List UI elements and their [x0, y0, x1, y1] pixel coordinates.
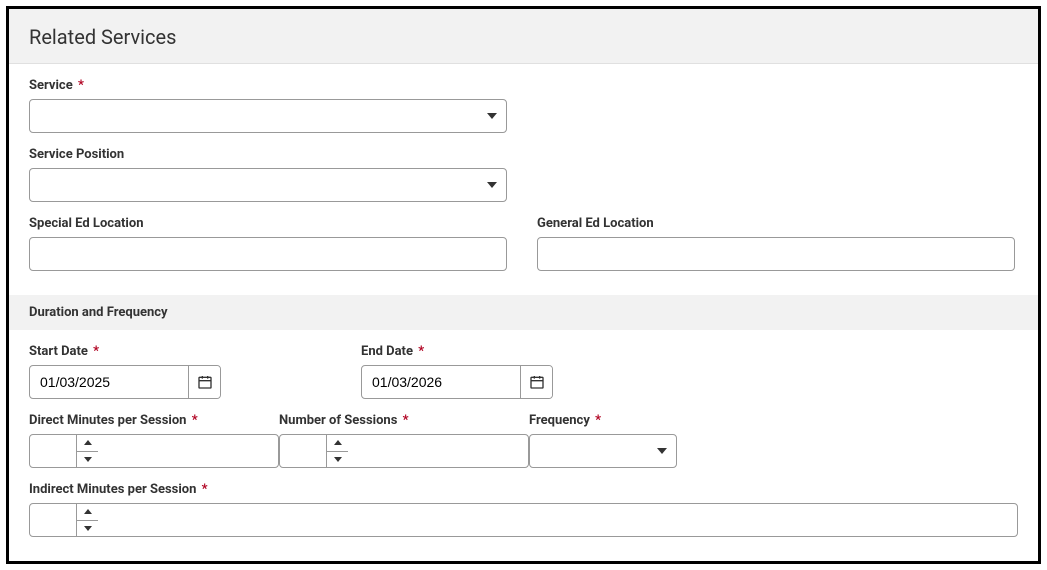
frequency-select-wrap: [529, 434, 677, 468]
chevron-up-icon: [334, 440, 342, 445]
number-of-sessions-input[interactable]: [280, 435, 326, 467]
end-date-field: End Date *: [361, 344, 553, 399]
service-position-label: Service Position: [29, 147, 507, 162]
start-date-input-wrap: [29, 365, 221, 399]
end-date-input[interactable]: [362, 366, 520, 398]
direct-minutes-label: Direct Minutes per Session *: [29, 413, 279, 428]
special-ed-location-input[interactable]: [29, 237, 507, 271]
direct-minutes-field: Direct Minutes per Session *: [29, 413, 279, 468]
general-ed-location-input[interactable]: [537, 237, 1015, 271]
indirect-minutes-stepper: [29, 503, 1018, 537]
panel-header: Related Services: [9, 9, 1038, 64]
chevron-down-icon: [84, 457, 92, 462]
start-date-label: Start Date *: [29, 344, 221, 359]
number-of-sessions-decrement[interactable]: [327, 452, 348, 468]
duration-frequency-title: Duration and Frequency: [29, 305, 1018, 320]
indirect-minutes-spin-buttons: [76, 504, 98, 536]
service-position-field: Service Position: [29, 147, 507, 202]
frequency-select[interactable]: [529, 434, 677, 468]
chevron-up-icon: [84, 509, 92, 514]
start-date-field: Start Date *: [29, 344, 221, 399]
chevron-up-icon: [84, 440, 92, 445]
number-of-sessions-increment[interactable]: [327, 435, 348, 452]
calendar-icon: [529, 374, 545, 390]
duration-frequency-section: Start Date *: [9, 330, 1038, 561]
service-select-wrap: [29, 99, 507, 133]
indirect-minutes-label: Indirect Minutes per Session *: [29, 482, 1018, 497]
number-of-sessions-spin-buttons: [326, 435, 348, 467]
start-date-input[interactable]: [30, 366, 188, 398]
indirect-minutes-field: Indirect Minutes per Session *: [29, 482, 1018, 537]
calendar-icon: [197, 374, 213, 390]
number-of-sessions-field: Number of Sessions *: [279, 413, 529, 468]
service-position-select-wrap: [29, 168, 507, 202]
frequency-label: Frequency *: [529, 413, 779, 428]
service-label: Service *: [29, 78, 507, 93]
service-select[interactable]: [29, 99, 507, 133]
number-of-sessions-label: Number of Sessions *: [279, 413, 529, 428]
start-date-calendar-button[interactable]: [188, 366, 220, 398]
related-services-panel: Related Services Service * Service Posit…: [6, 6, 1041, 564]
chevron-down-icon: [334, 457, 342, 462]
service-field: Service *: [29, 78, 507, 133]
direct-minutes-stepper: [29, 434, 279, 468]
indirect-minutes-increment[interactable]: [77, 504, 98, 521]
end-date-calendar-button[interactable]: [520, 366, 552, 398]
end-date-label: End Date *: [361, 344, 553, 359]
services-section: Service * Service Position Special: [9, 64, 1038, 295]
end-date-input-wrap: [361, 365, 553, 399]
general-ed-location-field: General Ed Location: [537, 216, 1015, 271]
frequency-field: Frequency *: [529, 413, 779, 468]
indirect-minutes-input[interactable]: [30, 504, 76, 536]
special-ed-location-label: Special Ed Location: [29, 216, 507, 231]
number-of-sessions-stepper: [279, 434, 529, 468]
service-position-select[interactable]: [29, 168, 507, 202]
special-ed-location-field: Special Ed Location: [29, 216, 507, 271]
duration-frequency-header: Duration and Frequency: [9, 295, 1038, 330]
general-ed-location-label: General Ed Location: [537, 216, 1015, 231]
direct-minutes-increment[interactable]: [77, 435, 98, 452]
indirect-minutes-decrement[interactable]: [77, 521, 98, 537]
page-title: Related Services: [29, 25, 1018, 49]
direct-minutes-input[interactable]: [30, 435, 76, 467]
chevron-down-icon: [84, 526, 92, 531]
direct-minutes-spin-buttons: [76, 435, 98, 467]
direct-minutes-decrement[interactable]: [77, 452, 98, 468]
